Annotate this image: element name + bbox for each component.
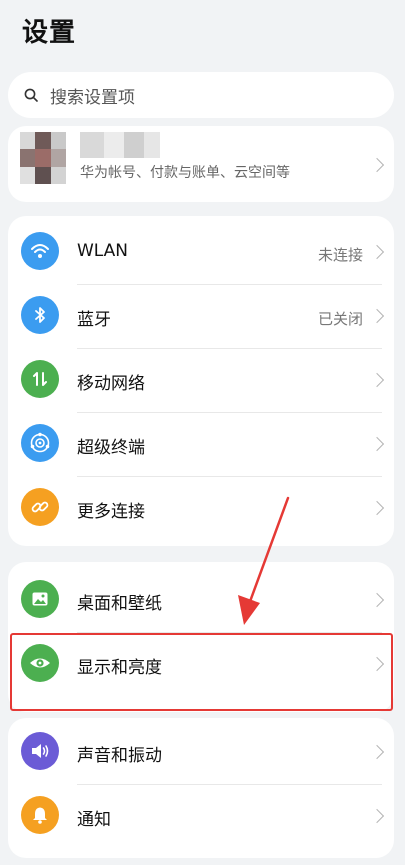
settings-item-wallpaper[interactable]: 桌面和壁纸 [8, 568, 394, 632]
chevron-right-icon [369, 744, 385, 760]
chevron-right-icon [369, 592, 385, 608]
settings-item-mobile-network[interactable]: 移动网络 [8, 348, 394, 412]
super-device-label: 超级终端 [77, 438, 145, 458]
bell-icon [21, 796, 59, 834]
sound-vibration-label: 声音和振动 [77, 746, 162, 766]
chevron-right-icon [369, 308, 385, 324]
search-icon [24, 88, 38, 102]
notifications-label: 通知 [77, 810, 111, 830]
chevron-right-icon [369, 372, 385, 388]
search-placeholder: 搜索设置项 [50, 87, 135, 108]
chevron-right-icon [369, 157, 385, 173]
more-connections-label: 更多连接 [77, 502, 145, 522]
annotation-highlight-box [10, 633, 393, 711]
chevron-right-icon [369, 808, 385, 824]
super-device-icon [21, 424, 59, 462]
wifi-icon [21, 232, 59, 270]
chevron-right-icon [369, 436, 385, 452]
wlan-label: WLAN [77, 241, 129, 261]
speaker-icon [21, 732, 59, 770]
wlan-status: 未连接 [317, 246, 363, 264]
settings-item-bluetooth[interactable]: 蓝牙 已关闭 [8, 284, 394, 348]
settings-item-wlan[interactable]: WLAN 未连接 [8, 220, 394, 284]
mobile-network-label: 移动网络 [77, 374, 145, 394]
settings-item-sound-vibration[interactable]: 声音和振动 [8, 720, 394, 784]
chevron-right-icon [369, 500, 385, 516]
chevron-right-icon [369, 244, 385, 260]
mobile-data-icon [21, 360, 59, 398]
connectivity-group: WLAN 未连接 蓝牙 已关闭 移动网络 超级终端 更多连接 [8, 216, 394, 546]
account-card[interactable]: 华为帐号、付款与账单、云空间等 [8, 126, 394, 202]
bluetooth-status: 已关闭 [317, 310, 363, 328]
settings-item-more-connections[interactable]: 更多连接 [8, 476, 394, 540]
page-title: 设置 [22, 18, 77, 48]
wallpaper-label: 桌面和壁纸 [77, 594, 162, 614]
link-icon [21, 488, 59, 526]
avatar [20, 132, 66, 184]
annotation-arrow [238, 496, 290, 625]
bluetooth-icon [21, 296, 59, 334]
settings-item-notifications[interactable]: 通知 [8, 784, 394, 848]
bluetooth-label: 蓝牙 [77, 310, 111, 330]
account-subtitle: 华为帐号、付款与账单、云空间等 [80, 165, 290, 181]
settings-item-super-device[interactable]: 超级终端 [8, 412, 394, 476]
account-name-blurred [80, 132, 160, 158]
sound-notification-group: 声音和振动 通知 [8, 718, 394, 858]
search-bar[interactable]: 搜索设置项 [8, 72, 394, 118]
wallpaper-icon [21, 580, 59, 618]
